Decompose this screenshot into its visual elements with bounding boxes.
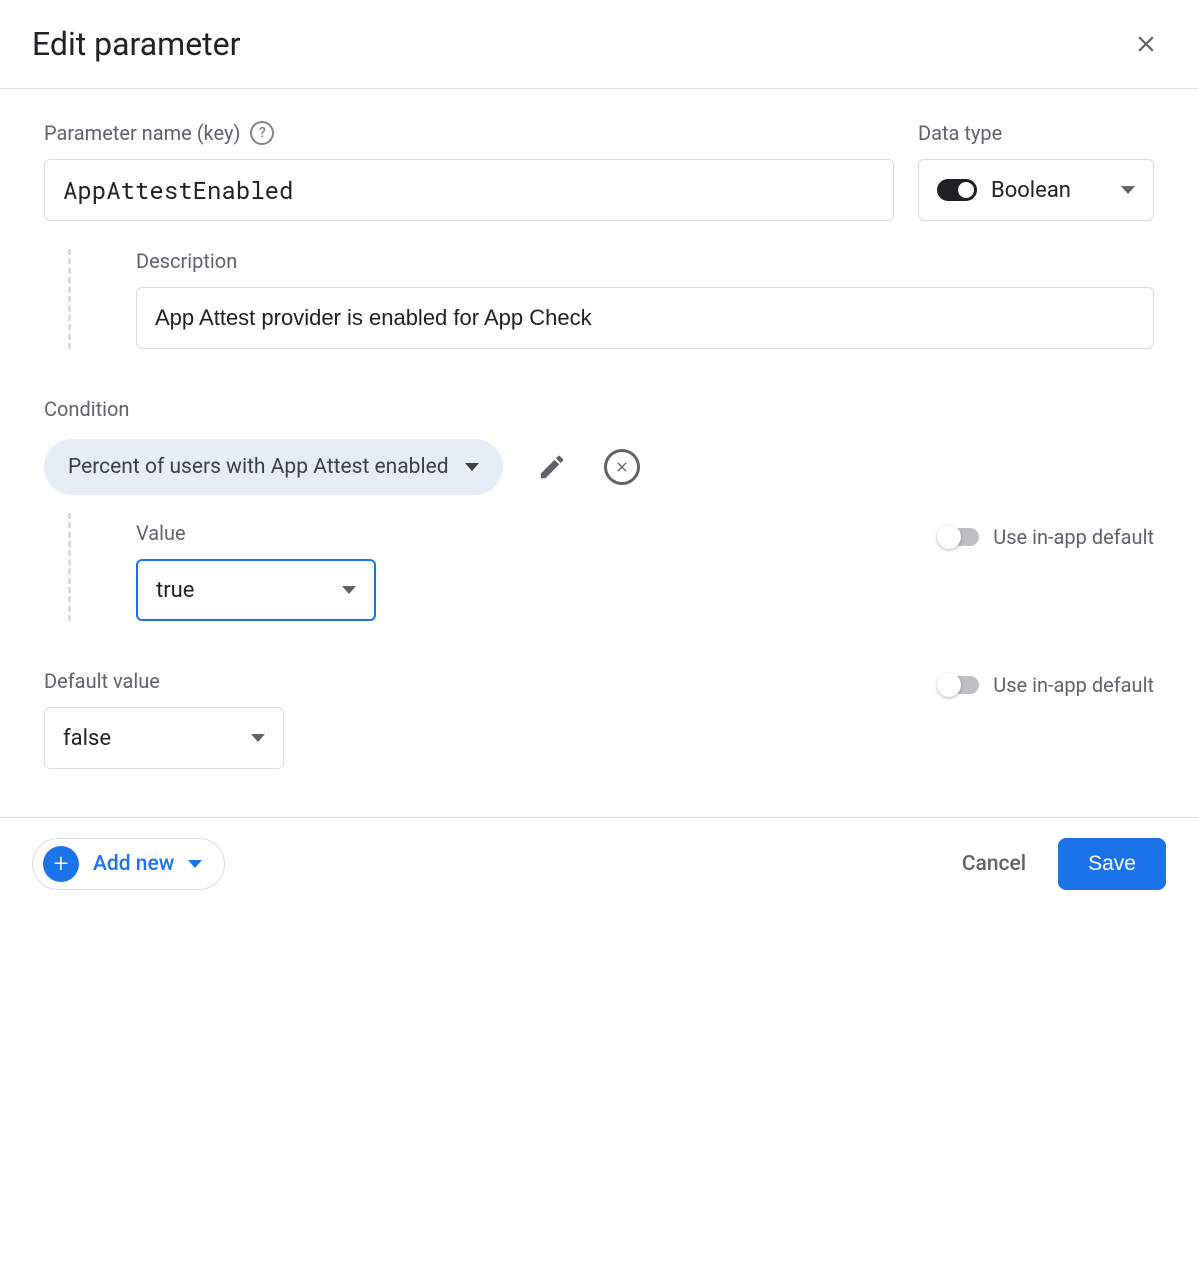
default-inapp-toggle[interactable] [939,676,979,694]
dialog-header: Edit parameter [0,0,1198,89]
dialog-footer: + Add new Cancel Save [0,817,1198,910]
param-name-label-text: Parameter name (key) [44,121,240,145]
chevron-down-icon [1121,186,1135,194]
param-name-label: Parameter name (key) ? [44,121,894,145]
condition-value-select[interactable]: true [136,559,376,621]
dialog-content: Parameter name (key) ? Data type Boolean… [0,89,1198,817]
add-new-button[interactable]: + Add new [32,838,225,890]
description-label: Description [136,249,1154,273]
condition-value-text: true [156,578,194,603]
boolean-toggle-icon [937,179,977,201]
chevron-down-icon [251,734,265,742]
condition-inapp-label: Use in-app default [993,525,1154,549]
param-name-input[interactable] [44,159,894,221]
help-icon[interactable]: ? [250,121,274,145]
close-circle-icon [604,449,640,485]
datatype-value: Boolean [991,178,1107,203]
plus-icon: + [43,846,79,882]
default-value-label: Default value [44,669,284,693]
default-value-text: false [63,726,111,751]
chevron-down-icon [188,860,202,868]
condition-label: Condition [44,397,1154,421]
pencil-icon [537,452,567,482]
tree-line [68,513,71,621]
default-inapp-label: Use in-app default [993,673,1154,697]
chevron-down-icon [342,586,356,594]
chevron-down-icon [465,463,479,471]
param-name-group: Parameter name (key) ? [44,121,894,221]
close-icon [1133,31,1159,57]
dialog-title: Edit parameter [32,25,240,63]
edit-condition-button[interactable] [531,446,573,488]
condition-chip-text: Percent of users with App Attest enabled [68,455,449,479]
tree-line [68,249,71,349]
save-button[interactable]: Save [1058,838,1166,890]
close-button[interactable] [1126,24,1166,64]
default-value-select[interactable]: false [44,707,284,769]
datatype-select[interactable]: Boolean [918,159,1154,221]
value-label: Value [136,521,376,545]
cancel-button[interactable]: Cancel [962,852,1026,876]
condition-chip[interactable]: Percent of users with App Attest enabled [44,439,503,495]
description-input[interactable] [136,287,1154,349]
datatype-label: Data type [918,121,1154,145]
datatype-group: Data type Boolean [918,121,1154,221]
add-new-label: Add new [93,852,174,876]
condition-inapp-toggle[interactable] [939,528,979,546]
remove-condition-button[interactable] [601,446,643,488]
